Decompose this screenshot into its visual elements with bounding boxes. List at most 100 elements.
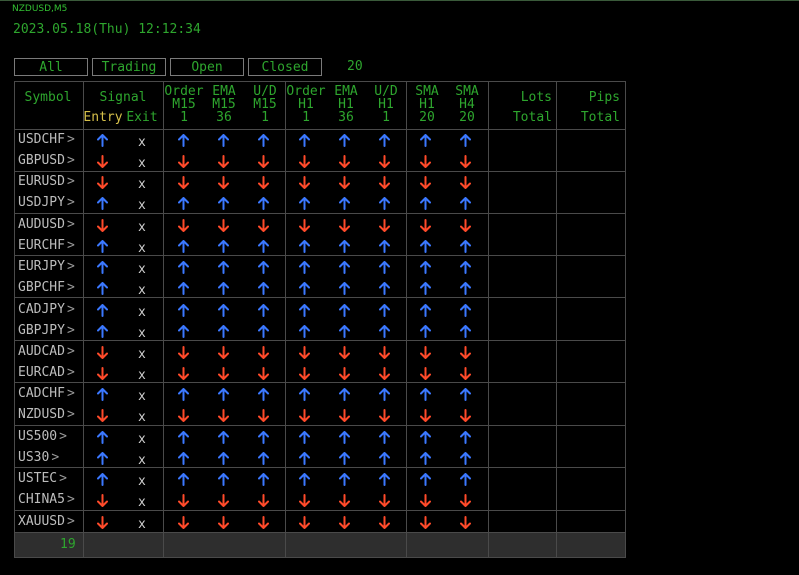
- symbol-row-us500[interactable]: US500 >: [18, 428, 67, 446]
- header-pips-line1: Pips: [588, 90, 620, 105]
- signal-down-arrow-icon: [299, 176, 310, 190]
- chevron-right-icon[interactable]: >: [51, 450, 59, 465]
- signal-down-arrow-icon: [258, 218, 269, 232]
- symbol-label: AUDUSD: [18, 216, 65, 232]
- symbol-label: USDJPY: [18, 195, 65, 211]
- header-ud-h1-line3: 1: [382, 110, 390, 125]
- exit-mark-icon: x: [138, 495, 146, 511]
- signal-down-arrow-icon: [420, 346, 431, 359]
- signal-down-arrow-icon: [258, 346, 269, 359]
- signal-down-arrow-icon: [339, 515, 350, 529]
- chevron-right-icon[interactable]: >: [67, 407, 75, 422]
- symbol-row-eurcad[interactable]: EURCAD >: [18, 364, 75, 382]
- table-footer: [14, 532, 626, 557]
- signal-up-arrow-icon: [178, 388, 189, 402]
- symbol-row-cadjpy[interactable]: CADJPY >: [18, 301, 75, 319]
- symbol-label: EURCHF: [18, 237, 65, 253]
- exit-mark-icon: x: [138, 240, 146, 256]
- signal-up-arrow-icon: [218, 261, 229, 275]
- signal-down-arrow-icon: [258, 367, 269, 380]
- header-entry: Entry: [83, 110, 123, 125]
- chevron-right-icon[interactable]: >: [67, 365, 75, 380]
- grid-row-divider: [14, 510, 626, 511]
- signal-up-arrow-icon: [258, 324, 269, 338]
- symbol-row-gbpjpy[interactable]: GBPJPY >: [18, 322, 75, 340]
- exit-mark-icon: x: [138, 389, 146, 405]
- signal-down-arrow-icon: [218, 367, 229, 380]
- filter-open-button[interactable]: Open: [170, 58, 244, 76]
- chevron-right-icon[interactable]: >: [67, 302, 75, 317]
- exit-mark-icon: x: [138, 304, 146, 320]
- chevron-right-icon[interactable]: >: [67, 132, 75, 147]
- signal-up-arrow-icon: [460, 451, 471, 465]
- symbol-row-gbpchf[interactable]: GBPCHF >: [18, 279, 75, 297]
- chevron-right-icon[interactable]: >: [67, 280, 75, 295]
- chevron-right-icon[interactable]: >: [67, 195, 75, 210]
- symbol-row-eurchf[interactable]: EURCHF >: [18, 237, 75, 255]
- filter-closed-button[interactable]: Closed: [248, 58, 322, 76]
- chevron-right-icon[interactable]: >: [67, 238, 75, 253]
- signal-up-arrow-icon: [258, 473, 269, 487]
- symbol-row-usdjpy[interactable]: USDJPY >: [18, 194, 75, 212]
- signal-up-arrow-icon: [218, 134, 229, 147]
- symbol-row-nzdusd[interactable]: NZDUSD >: [18, 406, 75, 424]
- filter-count: 20: [347, 59, 363, 74]
- symbol-row-gbpusd[interactable]: GBPUSD >: [18, 152, 75, 170]
- signal-up-arrow-icon: [258, 303, 269, 317]
- header-pips-line2: Total: [580, 110, 620, 125]
- signal-up-arrow-icon: [339, 388, 350, 402]
- entry-down-arrow-icon: [97, 176, 108, 190]
- symbol-row-ustec[interactable]: USTEC >: [18, 470, 67, 488]
- exit-mark-icon: x: [138, 135, 146, 150]
- chevron-right-icon[interactable]: >: [67, 323, 75, 338]
- grid-column-divider: [625, 81, 626, 557]
- signal-down-arrow-icon: [299, 515, 310, 529]
- symbol-row-cadchf[interactable]: CADCHF >: [18, 385, 75, 403]
- signal-up-arrow-icon: [379, 324, 390, 338]
- chevron-right-icon[interactable]: >: [67, 217, 75, 232]
- signal-up-arrow-icon: [218, 282, 229, 296]
- symbol-row-china5[interactable]: CHINA5 >: [18, 491, 75, 509]
- signal-down-arrow-icon: [218, 409, 229, 423]
- entry-up-arrow-icon: [97, 282, 108, 296]
- signal-down-arrow-icon: [460, 494, 471, 508]
- chevron-right-icon[interactable]: >: [67, 492, 75, 507]
- chevron-right-icon[interactable]: >: [67, 386, 75, 401]
- chevron-right-icon[interactable]: >: [67, 514, 75, 529]
- symbol-row-eurjpy[interactable]: EURJPY >: [18, 258, 75, 276]
- signal-up-arrow-icon: [460, 282, 471, 296]
- signal-up-arrow-icon: [460, 430, 471, 444]
- chevron-right-icon[interactable]: >: [59, 429, 67, 444]
- grid-column-divider: [556, 81, 557, 557]
- symbol-row-xauusd[interactable]: XAUUSD >: [18, 513, 75, 531]
- filter-trading-button[interactable]: Trading: [92, 58, 166, 76]
- symbol-row-us30[interactable]: US30 >: [18, 449, 59, 467]
- signal-up-arrow-icon: [258, 261, 269, 275]
- symbol-row-usdchf[interactable]: USDCHF >: [18, 131, 75, 149]
- signal-up-arrow-icon: [178, 430, 189, 444]
- signal-up-arrow-icon: [178, 324, 189, 338]
- signal-up-arrow-icon: [178, 134, 189, 147]
- chevron-right-icon[interactable]: >: [67, 153, 75, 168]
- signal-up-arrow-icon: [339, 473, 350, 487]
- signal-down-arrow-icon: [178, 218, 189, 232]
- chevron-right-icon[interactable]: >: [67, 174, 75, 189]
- signal-down-arrow-icon: [299, 155, 310, 168]
- exit-mark-icon: x: [138, 474, 146, 490]
- signal-up-arrow-icon: [379, 303, 390, 317]
- signal-up-arrow-icon: [178, 282, 189, 296]
- chevron-right-icon[interactable]: >: [67, 259, 75, 274]
- exit-mark-icon: x: [138, 262, 146, 278]
- chevron-right-icon[interactable]: >: [67, 344, 75, 359]
- entry-down-arrow-icon: [97, 346, 108, 359]
- signal-down-arrow-icon: [379, 494, 390, 508]
- filter-all-button[interactable]: All: [14, 58, 88, 76]
- symbol-row-audusd[interactable]: AUDUSD >: [18, 216, 75, 234]
- chevron-right-icon[interactable]: >: [59, 471, 67, 486]
- grid-row-divider: [14, 532, 626, 533]
- symbol-row-eurusd[interactable]: EURUSD >: [18, 173, 75, 191]
- signal-up-arrow-icon: [339, 303, 350, 317]
- signal-up-arrow-icon: [339, 324, 350, 338]
- symbol-row-audcad[interactable]: AUDCAD >: [18, 343, 75, 361]
- exit-mark-icon: x: [138, 219, 146, 235]
